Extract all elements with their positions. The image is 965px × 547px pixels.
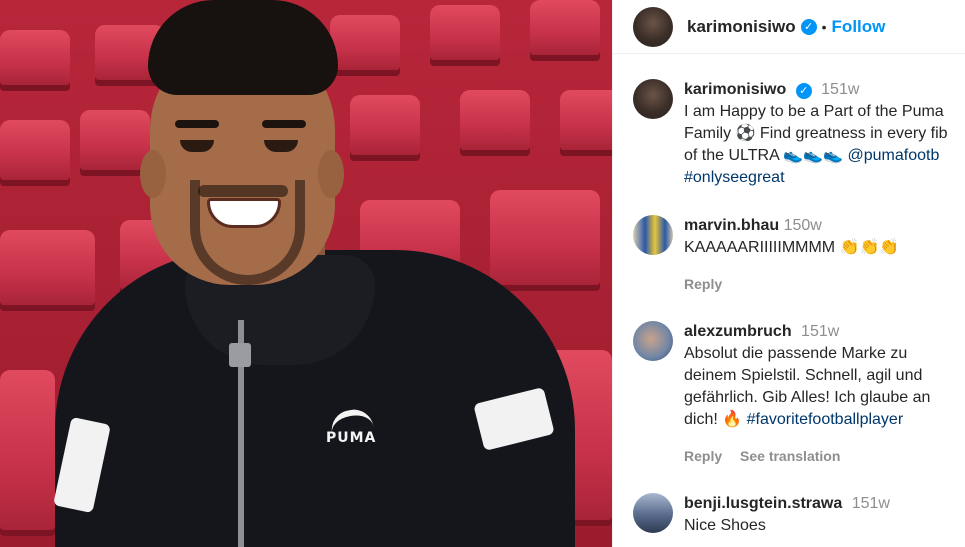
commenter-avatar[interactable]	[633, 493, 673, 533]
follow-button[interactable]: Follow	[832, 17, 886, 37]
comment-text-line-2: deinem Spielstil. Schnell, agil und	[684, 367, 923, 384]
post-header: karimonisiwo ✓ • Follow	[613, 0, 965, 54]
separator-dot: •	[821, 18, 827, 35]
comment-list: karimonisiwo ✓ 151w I am Happy to be a P…	[613, 54, 965, 537]
reply-button[interactable]: Reply	[684, 276, 722, 292]
comment-text: KAAAAARIIIIIMMMM 👏👏👏	[684, 239, 900, 256]
commenter-avatar[interactable]	[633, 215, 673, 255]
reply-button[interactable]: Reply	[684, 448, 722, 464]
mention-link[interactable]: @pumafootb	[848, 147, 940, 164]
comment-item: alexzumbruch 151w Absolut die passende M…	[633, 321, 965, 467]
comment-body: alexzumbruch 151w Absolut die passende M…	[684, 321, 965, 467]
verified-badge-icon: ✓	[800, 18, 817, 35]
caption-line-2: Family ⚽ Find greatness in every fib	[684, 125, 948, 142]
comment-item: benji.lusgtein.strawa 151w Nice Shoes	[633, 493, 965, 537]
caption: karimonisiwo ✓ 151w I am Happy to be a P…	[633, 79, 965, 189]
see-translation-button[interactable]: See translation	[740, 448, 840, 464]
comment-text-line-3: gefährlich. Gib Alles! Ich glaube an	[684, 389, 931, 406]
comment-time[interactable]: 151w	[852, 495, 890, 512]
comment-item: marvin.bhau 150w KAAAAARIIIIIMMMM 👏👏👏 Re…	[633, 215, 965, 295]
commenter-username[interactable]: alexzumbruch	[684, 323, 792, 340]
hashtag-link[interactable]: #favoritefootballplayer	[747, 411, 904, 428]
caption-line-3: of the ULTRA 👟👟👟	[684, 147, 848, 164]
caption-avatar[interactable]	[633, 79, 673, 119]
comment-time[interactable]: 151w	[801, 323, 839, 340]
puma-logo-text: PUMA	[326, 430, 377, 446]
comment-time[interactable]: 150w	[784, 217, 822, 234]
author-avatar[interactable]	[633, 6, 673, 47]
comment-body: marvin.bhau 150w KAAAAARIIIIIMMMM 👏👏👏 Re…	[684, 215, 965, 295]
commenter-username[interactable]: benji.lusgtein.strawa	[684, 495, 842, 512]
post-photo[interactable]: PUMA	[0, 0, 612, 547]
caption-time[interactable]: 151w	[821, 81, 859, 98]
verified-badge-icon: ✓	[795, 83, 812, 99]
caption-line-1: I am Happy to be a Part of the Puma	[684, 103, 944, 120]
comment-text-line-4: dich! 🔥	[684, 411, 747, 428]
hashtag-link[interactable]: #onlyseegreat	[684, 169, 785, 186]
caption-body: karimonisiwo ✓ 151w I am Happy to be a P…	[684, 79, 965, 189]
commenter-avatar[interactable]	[633, 321, 673, 361]
caption-username[interactable]: karimonisiwo	[684, 81, 786, 98]
comment-text-line-1: Absolut die passende Marke zu	[684, 345, 908, 362]
author-username[interactable]: karimonisiwo	[687, 17, 796, 37]
commenter-username[interactable]: marvin.bhau	[684, 217, 779, 234]
comments-panel: karimonisiwo ✓ • Follow karimonisiwo ✓ 1…	[612, 0, 965, 547]
comment-text: Nice Shoes	[684, 517, 766, 534]
comment-body: benji.lusgtein.strawa 151w Nice Shoes	[684, 493, 965, 537]
